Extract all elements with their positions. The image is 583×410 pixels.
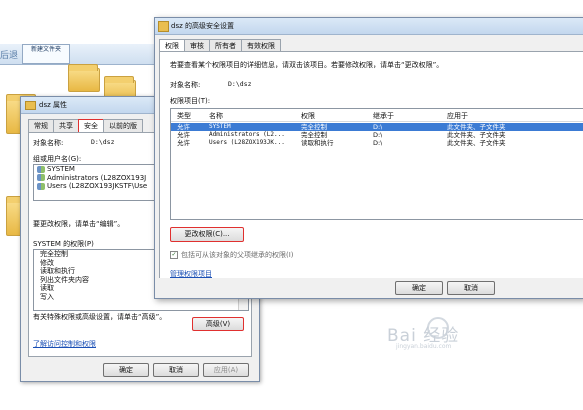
inherit-checkbox[interactable]: ✓ 包括可从该对象的父项继承的权限(I) xyxy=(170,250,294,260)
explorer-back-button[interactable]: 后退 xyxy=(0,48,18,61)
change-permissions-button[interactable]: 更改权限(C)... xyxy=(170,227,244,242)
table-row[interactable]: 允许 SYSTEM 完全控制 D:\ 此文件夹、子文件夹 xyxy=(171,123,583,131)
column-applies-to[interactable]: 应用于 xyxy=(447,111,468,121)
special-permissions-hint: 有关特殊权限或高级设置，请单击“高级”。 xyxy=(33,313,167,321)
group-user-label: 组或用户名(G): xyxy=(33,155,82,163)
user-group-icon xyxy=(37,165,45,173)
permission-entries-table[interactable]: 类型 名称 权限 继承于 应用于 允许 SYSTEM 完全控制 D:\ 此文件夹… xyxy=(170,108,583,220)
column-name[interactable]: 名称 xyxy=(209,111,223,121)
apply-button[interactable]: 应用(A) xyxy=(203,363,249,377)
tab-previous-versions[interactable]: 以前的版 xyxy=(103,119,143,132)
permission-entries-label: 权限项目(T): xyxy=(170,97,211,105)
table-row[interactable]: 允许 Users (L28ZOX193JK... 读取和执行 D:\ 此文件夹、… xyxy=(171,139,583,147)
watermark-url: jingyan.baidu.com xyxy=(396,343,452,350)
info-text: 若要查看某个权限项目的详细信息，请双击该项目。若要修改权限，请单击“更改权限”。 xyxy=(170,61,444,69)
object-name-value: D:\dsz xyxy=(91,138,115,146)
manage-permission-entries-link[interactable]: 管理权限项目 xyxy=(170,269,212,279)
adv-object-name-label: 对象名称: xyxy=(170,81,201,89)
advanced-title: dsz 的高级安全设置 xyxy=(171,22,234,30)
advanced-security-dialog: dsz 的高级安全设置 权限 审核 所有者 有效权限 若要查看某个权限项目的详细… xyxy=(154,17,583,299)
user-group-icon xyxy=(37,182,45,190)
adv-cancel-button[interactable]: 取消 xyxy=(447,281,495,295)
permissions-for-label: SYSTEM 的权限(P) xyxy=(33,240,94,248)
adv-object-name-value: D:\dsz xyxy=(228,80,252,88)
tab-sharing[interactable]: 共享 xyxy=(53,119,79,132)
properties-tabs: 常规 共享 安全 以前的版 xyxy=(28,119,143,134)
properties-title: dsz 属性 xyxy=(39,101,67,109)
folder-icon xyxy=(25,101,36,110)
tab-general[interactable]: 常规 xyxy=(28,119,54,132)
learn-access-control-link[interactable]: 了解访问控制和权限 xyxy=(33,339,96,349)
folder-icon xyxy=(158,21,169,32)
advanced-titlebar: dsz 的高级安全设置 xyxy=(155,18,583,35)
table-row[interactable]: 允许 Administrators (L2... 完全控制 D:\ 此文件夹、子… xyxy=(171,131,583,139)
table-header: 类型 名称 权限 继承于 应用于 xyxy=(171,111,583,122)
column-type[interactable]: 类型 xyxy=(177,111,191,121)
user-group-icon xyxy=(37,174,45,181)
advanced-permissions-panel: 若要查看某个权限项目的详细信息，请双击该项目。若要修改权限，请单击“更改权限”。… xyxy=(159,51,583,278)
checkbox-checked-icon: ✓ xyxy=(170,251,178,259)
explorer-new-folder-button[interactable]: 新建文件夹 xyxy=(22,44,70,64)
folder-icon[interactable] xyxy=(68,64,100,92)
adv-ok-button[interactable]: 确定 xyxy=(395,281,443,295)
change-permissions-hint: 要更改权限，请单击“编辑”。 xyxy=(33,220,125,228)
ok-button[interactable]: 确定 xyxy=(103,363,149,377)
cancel-button[interactable]: 取消 xyxy=(153,363,199,377)
column-inherited-from[interactable]: 继承于 xyxy=(373,111,394,121)
advanced-button[interactable]: 高级(V) xyxy=(192,317,244,331)
object-name-label: 对象名称: xyxy=(33,139,64,147)
column-permission[interactable]: 权限 xyxy=(301,111,315,121)
